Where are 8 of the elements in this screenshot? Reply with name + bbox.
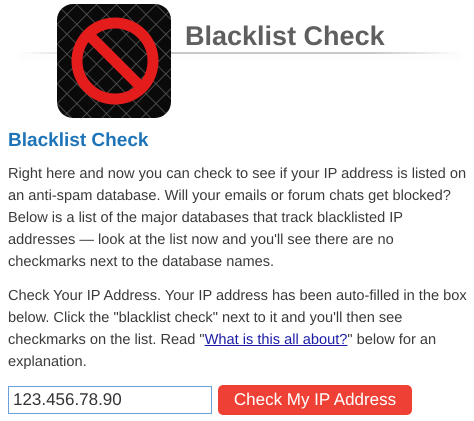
site-title: Blacklist Check (185, 21, 385, 52)
section-heading: Blacklist Check (8, 129, 150, 153)
paragraph: Check Your IP Address. Your IP address has been auto-filled in the box below. Click the "blacklist check" next to it and you'll then see checkmarks on the list. Read "What is this all about?" below for an explanation. (8, 287, 468, 372)
ip-address-field[interactable]: 123.456.78.90 (8, 386, 212, 414)
paragraph: Right here and now you can check to see if your IP address is listed on an anti-spam database. Will your emails or forum chats get blocked? Below is a list of the major databases that track blacklisted IP addresses — look at the list now and you'll see there are no checkmarks next to the database names. (8, 165, 468, 272)
check-ip-button[interactable]: Check My IP Address (218, 385, 412, 415)
about-link[interactable]: What is this all about? (204, 332, 348, 348)
logo-icon (57, 4, 171, 118)
